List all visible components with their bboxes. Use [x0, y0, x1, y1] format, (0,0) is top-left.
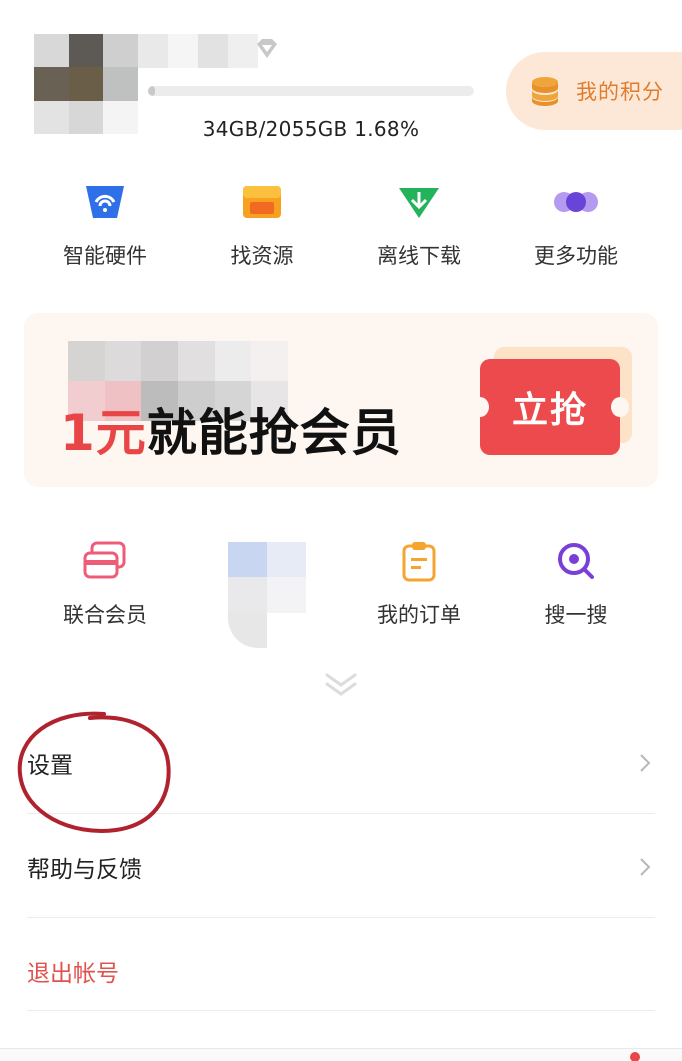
smart-hardware-icon	[86, 186, 124, 218]
grab-now-button[interactable]: 立抢	[471, 359, 629, 455]
feature-smart-hardware[interactable]: 智能硬件	[35, 174, 175, 270]
chevron-right-icon	[640, 753, 651, 772]
logout-row[interactable]: 退出帐号	[27, 920, 655, 1022]
coin-stack-icon	[532, 77, 558, 106]
feature-label: 联合会员	[63, 603, 147, 627]
banner-title-text: 就能抢会员	[146, 404, 402, 462]
feature-label: 离线下载	[377, 244, 461, 268]
feature-label: 找资源	[230, 244, 294, 268]
feature-offline-download[interactable]: 离线下载	[349, 174, 489, 270]
membership-promo-banner[interactable]: 1元就能抢会员 立抢	[24, 313, 658, 487]
feature-more-functions[interactable]: 更多功能	[506, 174, 646, 270]
order-clipboard-icon	[402, 542, 436, 582]
feature-blurred[interactable]	[228, 542, 306, 648]
offline-download-icon	[399, 188, 439, 218]
avatar[interactable]	[34, 34, 138, 134]
banner-title: 1元就能抢会员	[60, 393, 402, 465]
expand-chevron-icon[interactable]	[322, 670, 360, 698]
banner-price: 1元	[60, 404, 147, 462]
settings-label: 设置	[27, 752, 73, 779]
vip-diamond-icon	[257, 39, 277, 58]
notification-dot	[630, 1052, 640, 1061]
feature-my-orders[interactable]: 我的订单	[349, 533, 489, 629]
more-functions-icon	[554, 192, 598, 212]
feature-label: 搜一搜	[544, 603, 608, 627]
feature-label: 更多功能	[534, 244, 618, 268]
feature-label: 智能硬件	[63, 244, 147, 268]
grab-now-label: 立抢	[511, 390, 588, 431]
settings-row[interactable]: 设置	[27, 712, 655, 814]
storage-progress-bar	[148, 86, 474, 96]
my-points-button[interactable]: 我的积分	[506, 52, 682, 130]
help-feedback-label: 帮助与反馈	[27, 856, 142, 883]
feature-find-resources[interactable]: 找资源	[192, 174, 332, 270]
chevron-right-icon	[640, 857, 651, 876]
feature-joint-membership[interactable]: 联合会员	[35, 533, 175, 629]
search-magnifier-icon	[558, 543, 594, 579]
feature-label: 我的订单	[377, 603, 461, 627]
storage-usage-text: 34GB/2055GB 1.68%	[202, 117, 420, 141]
divider	[27, 1010, 655, 1011]
joint-membership-card-icon	[83, 541, 126, 579]
bottom-tab-bar-edge	[0, 1048, 682, 1061]
logout-label: 退出帐号	[27, 961, 119, 987]
help-feedback-row[interactable]: 帮助与反馈	[27, 816, 655, 918]
storage-progress-fill	[148, 86, 155, 96]
my-points-label: 我的积分	[576, 80, 664, 104]
resource-box-icon	[243, 186, 281, 218]
feature-search[interactable]: 搜一搜	[506, 533, 646, 629]
username-blurred	[138, 34, 258, 68]
